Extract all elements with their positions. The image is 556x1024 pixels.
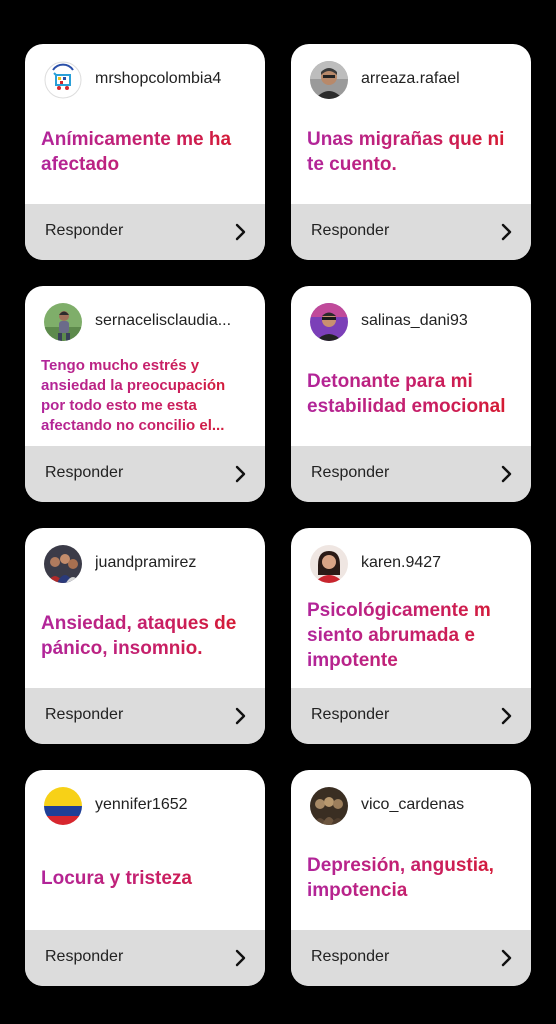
person-red-avatar-icon[interactable] bbox=[310, 545, 348, 583]
username[interactable]: arreaza.rafael bbox=[361, 70, 521, 88]
chevron-right-icon bbox=[501, 465, 512, 483]
response-card[interactable]: karen.9427 Psicológicamente m siento abr… bbox=[291, 528, 531, 744]
answer-text: Ansiedad, ataques de pánico, insomnio. bbox=[41, 611, 253, 661]
respond-label: Responder bbox=[311, 464, 390, 481]
response-card[interactable]: yennifer1652 Locura y tristeza Responder bbox=[25, 770, 265, 986]
username[interactable]: vico_cardenas bbox=[361, 796, 521, 814]
response-card[interactable]: mrshopcolombia4 Anímicamente me ha afect… bbox=[25, 44, 265, 260]
respond-label: Responder bbox=[45, 948, 124, 965]
respond-label: Responder bbox=[45, 464, 124, 481]
chevron-right-icon bbox=[501, 223, 512, 241]
question-responses-grid: mrshopcolombia4 Anímicamente me ha afect… bbox=[0, 0, 556, 1024]
chevron-right-icon bbox=[501, 707, 512, 725]
username[interactable]: salinas_dani93 bbox=[361, 312, 521, 330]
respond-label: Responder bbox=[311, 222, 390, 239]
response-card[interactable]: salinas_dani93 Detonante para mi estabil… bbox=[291, 286, 531, 502]
response-card[interactable]: vico_cardenas Depresión, angustia, impot… bbox=[291, 770, 531, 986]
answer-text: Anímicamente me ha afectado bbox=[41, 127, 253, 177]
response-card[interactable]: sernacelisclaudia... Tengo mucho estrés … bbox=[25, 286, 265, 502]
respond-button[interactable]: Responder bbox=[25, 688, 265, 744]
username[interactable]: sernacelisclaudia... bbox=[95, 312, 255, 330]
username[interactable]: karen.9427 bbox=[361, 554, 521, 572]
card-content: mrshopcolombia4 Anímicamente me ha afect… bbox=[25, 44, 265, 204]
respond-label: Responder bbox=[311, 706, 390, 723]
person-outdoor-avatar-icon[interactable] bbox=[44, 303, 82, 341]
card-content: arreaza.rafael Unas migrañas que ni te c… bbox=[291, 44, 531, 204]
group-sepia-avatar-icon[interactable] bbox=[310, 787, 348, 825]
card-content: sernacelisclaudia... Tengo mucho estrés … bbox=[25, 286, 265, 446]
respond-button[interactable]: Responder bbox=[291, 446, 531, 502]
response-card[interactable]: juandpramirez Ansiedad, ataques de pánic… bbox=[25, 528, 265, 744]
response-card[interactable]: arreaza.rafael Unas migrañas que ni te c… bbox=[291, 44, 531, 260]
username[interactable]: mrshopcolombia4 bbox=[95, 70, 255, 88]
card-content: karen.9427 Psicológicamente m siento abr… bbox=[291, 528, 531, 688]
answer-text: Locura y tristeza bbox=[41, 866, 253, 891]
colombia-flag-icon[interactable] bbox=[44, 787, 82, 825]
respond-button[interactable]: Responder bbox=[25, 204, 265, 260]
respond-button[interactable]: Responder bbox=[291, 204, 531, 260]
card-content: yennifer1652 Locura y tristeza bbox=[25, 770, 265, 930]
card-content: salinas_dani93 Detonante para mi estabil… bbox=[291, 286, 531, 446]
respond-button[interactable]: Responder bbox=[25, 930, 265, 986]
respond-button[interactable]: Responder bbox=[25, 446, 265, 502]
respond-button[interactable]: Responder bbox=[291, 930, 531, 986]
answer-text: Unas migrañas que ni te cuento. bbox=[307, 127, 519, 177]
respond-label: Responder bbox=[45, 706, 124, 723]
person-avatar-icon[interactable] bbox=[310, 61, 348, 99]
shop-logo-icon[interactable] bbox=[44, 61, 82, 99]
chevron-right-icon bbox=[235, 949, 246, 967]
chevron-right-icon bbox=[235, 465, 246, 483]
group-avatar-icon[interactable] bbox=[44, 545, 82, 583]
respond-label: Responder bbox=[311, 948, 390, 965]
answer-text: Depresión, angustia, impotencia bbox=[307, 853, 519, 903]
card-content: juandpramirez Ansiedad, ataques de pánic… bbox=[25, 528, 265, 688]
respond-button[interactable]: Responder bbox=[291, 688, 531, 744]
answer-text: Tengo mucho estrés y ansiedad la preocup… bbox=[41, 356, 253, 436]
username[interactable]: juandpramirez bbox=[95, 554, 255, 572]
username[interactable]: yennifer1652 bbox=[95, 796, 255, 814]
chevron-right-icon bbox=[501, 949, 512, 967]
chevron-right-icon bbox=[235, 223, 246, 241]
person-purple-avatar-icon[interactable] bbox=[310, 303, 348, 341]
answer-text: Psicológicamente m siento abrumada e imp… bbox=[307, 598, 519, 673]
respond-label: Responder bbox=[45, 222, 124, 239]
card-content: vico_cardenas Depresión, angustia, impot… bbox=[291, 770, 531, 930]
chevron-right-icon bbox=[235, 707, 246, 725]
answer-text: Detonante para mi estabilidad emocional bbox=[307, 369, 519, 419]
